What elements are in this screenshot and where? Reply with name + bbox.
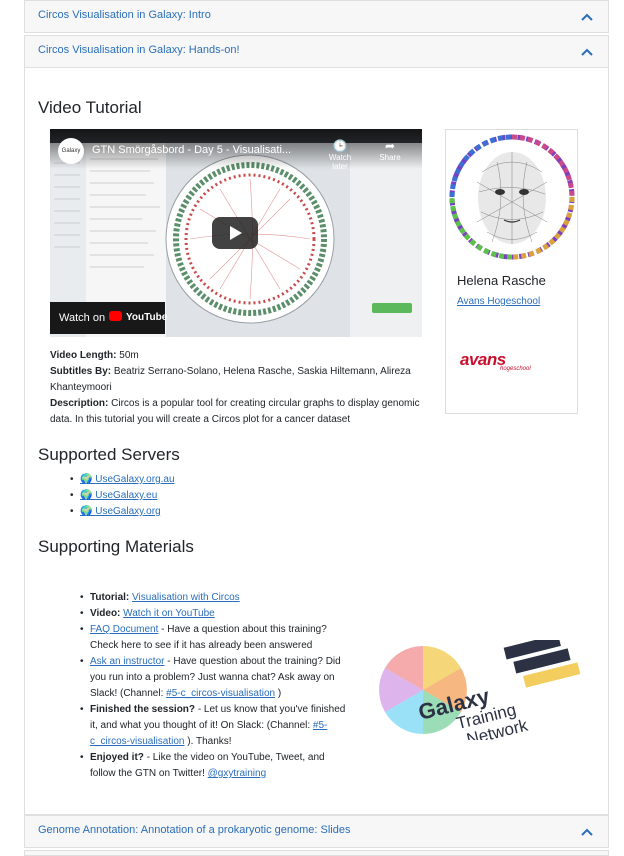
video-length: Video Length: 50m [50, 348, 420, 364]
supported-servers-heading: Supported Servers [38, 445, 180, 464]
globe-icon: 🌍 [80, 474, 96, 485]
accordion-intro[interactable]: Circos Visualisation in Galaxy: Intro [24, 0, 609, 33]
video-title[interactable]: GTN Smörgåsbord - Day 5 - Visualisati... [92, 144, 291, 156]
share-label: Share [379, 153, 401, 162]
clock-icon: 🕒 [332, 139, 348, 153]
video-description: Description: Circos is a popular tool fo… [50, 396, 420, 428]
author-avatar [449, 134, 575, 260]
share-icon: ➦ [384, 139, 396, 153]
finished-label: Finished the session? [90, 704, 196, 715]
gtn-logo: Galaxy Training Network [379, 640, 581, 740]
faq-link[interactable]: FAQ Document [90, 624, 158, 635]
chevron-up-icon [581, 828, 593, 836]
server-label: UseGalaxy.eu [95, 490, 158, 501]
author-name: Helena Rasche [457, 273, 546, 288]
video-length-value: 50m [119, 350, 139, 361]
play-button[interactable] [212, 217, 258, 249]
list-item: 🌍 UseGalaxy.org.au [70, 472, 175, 488]
list-item: Enjoyed it? - Like the video on YouTube,… [80, 750, 350, 782]
list-item: Video: Watch it on YouTube [80, 606, 350, 622]
video-length-label: Video Length: [50, 350, 117, 361]
supporting-materials-heading: Supporting Materials [38, 537, 194, 556]
globe-icon: 🌍 [80, 506, 96, 517]
accordion-hands-on[interactable]: Circos Visualisation in Galaxy: Hands-on… [24, 35, 609, 68]
server-label: UseGalaxy.org.au [95, 474, 175, 485]
server-list: 🌍 UseGalaxy.org.au 🌍 UseGalaxy.eu 🌍 UseG… [70, 472, 175, 520]
channel-avatar[interactable]: Galaxy [58, 138, 84, 164]
chevron-up-icon [581, 48, 593, 56]
watch-on-youtube-button[interactable]: Watch on YouTube [50, 302, 168, 334]
twitter-link[interactable]: @gxytraining [208, 768, 267, 779]
accordion-hands-on-label: Circos Visualisation in Galaxy: Hands-on… [38, 44, 240, 56]
youtube-player[interactable]: Galaxy GTN Smörgåsbord - Day 5 - Visuali… [50, 129, 422, 337]
tutorial-label: Tutorial: [90, 592, 130, 603]
server-link-org[interactable]: 🌍 UseGalaxy.org [80, 506, 161, 517]
youtube-label: YouTube [126, 312, 168, 323]
enjoyed-label: Enjoyed it? [90, 752, 144, 763]
accordion-genome-annotation[interactable]: Genome Annotation: Annotation of a proka… [24, 815, 609, 848]
video-subtitles: Subtitles By: Beatriz Serrano-Solano, He… [50, 364, 420, 396]
avans-logo-text: avans [460, 350, 506, 369]
author-card: Helena Rasche Avans Hogeschool avans hog… [445, 129, 578, 414]
list-item: Finished the session? - Let us know that… [80, 702, 350, 750]
avans-logo[interactable]: avans hogeschool [460, 350, 550, 376]
list-item: Tutorial: Visualisation with Circos [80, 590, 350, 606]
finished-close: ). Thanks! [187, 736, 232, 747]
accordion-next[interactable] [24, 850, 609, 856]
server-link-au[interactable]: 🌍 UseGalaxy.org.au [80, 474, 175, 485]
watch-later-label: Watch later [328, 153, 352, 171]
tutorial-link[interactable]: Visualisation with Circos [132, 592, 240, 603]
ask-close: ) [277, 688, 282, 699]
accordion-intro-label: Circos Visualisation in Galaxy: Intro [38, 9, 211, 21]
list-item: 🌍 UseGalaxy.org [70, 504, 175, 520]
youtube-icon [109, 311, 122, 321]
author-affiliation-link[interactable]: Avans Hogeschool [457, 296, 540, 307]
watch-later-button[interactable]: 🕒 Watch later [320, 139, 360, 171]
slack-channel-link[interactable]: #5-c_circos-visualisation [166, 688, 275, 699]
server-label: UseGalaxy.org [95, 506, 161, 517]
server-link-eu[interactable]: 🌍 UseGalaxy.eu [80, 490, 157, 501]
accordion-genome-annotation-label: Genome Annotation: Annotation of a proka… [38, 824, 351, 836]
description-label: Description: [50, 398, 109, 409]
watch-on-label: Watch on [59, 312, 106, 324]
watch-youtube-link[interactable]: Watch it on YouTube [123, 608, 215, 619]
ask-instructor-link[interactable]: Ask an instructor [90, 656, 164, 667]
list-item: Ask an instructor - Have question about … [80, 654, 350, 702]
list-item: FAQ Document - Have a question about thi… [80, 622, 350, 654]
avans-logo-sub: hogeschool [500, 366, 531, 372]
chevron-up-icon [581, 13, 593, 21]
share-button[interactable]: ➦ Share [375, 139, 405, 162]
subtitles-label: Subtitles By: [50, 366, 112, 377]
video-label: Video: [90, 608, 121, 619]
list-item: 🌍 UseGalaxy.eu [70, 488, 175, 504]
globe-icon: 🌍 [80, 490, 96, 501]
video-tutorial-heading: Video Tutorial [38, 98, 142, 117]
materials-list: Tutorial: Visualisation with Circos Vide… [80, 590, 350, 782]
